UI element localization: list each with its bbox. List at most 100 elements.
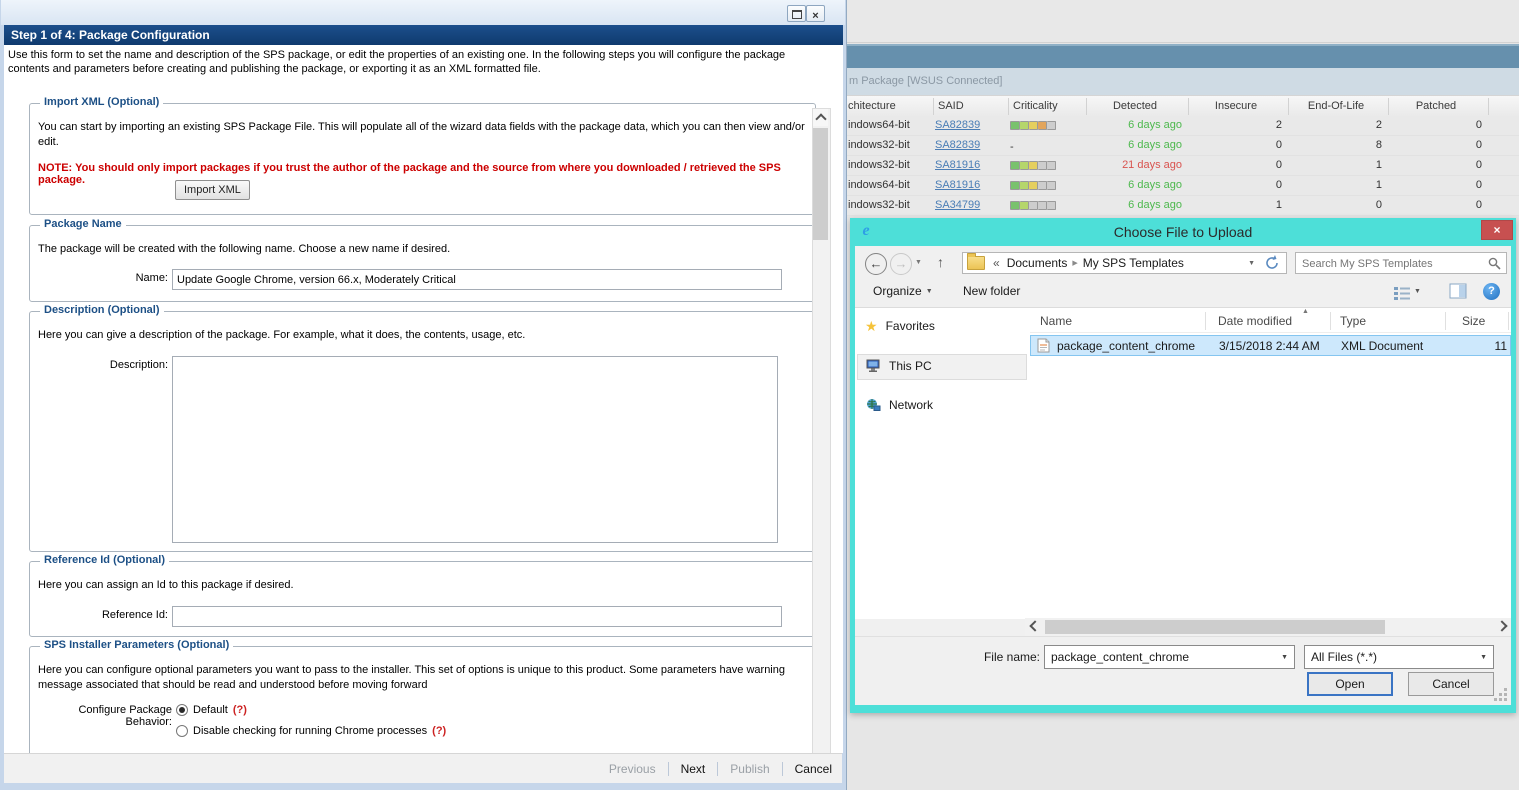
radio-unselected-icon[interactable] [176, 725, 188, 737]
publish-button[interactable]: Publish [730, 762, 769, 776]
scroll-up-button[interactable] [813, 109, 828, 126]
forward-button[interactable]: → [890, 253, 912, 275]
criticality-cell: - [1010, 141, 1088, 153]
file-name-value: package_content_chrome [1051, 650, 1189, 664]
col-date-modified[interactable]: Date modified [1218, 314, 1292, 328]
description-legend: Description (Optional) [40, 304, 164, 316]
organize-label: Organize [873, 284, 922, 298]
up-one-level-button[interactable]: ↑ [937, 254, 944, 270]
breadcrumb-overflow-chevron[interactable]: « [993, 256, 1000, 270]
breadcrumb-item-documents[interactable]: Documents [1003, 256, 1072, 270]
import-xml-button[interactable]: Import XML [175, 180, 250, 200]
sidebar-item-favorites[interactable]: ★ Favorites [865, 316, 935, 336]
package-name-input[interactable] [172, 269, 782, 290]
list-view-icon [1393, 285, 1411, 301]
col-size[interactable]: Size [1462, 314, 1485, 328]
installer-parameters-text: Here you can configure optional paramete… [38, 663, 808, 693]
search-input[interactable] [1300, 254, 1484, 274]
resize-grip[interactable] [1504, 698, 1507, 701]
search-box[interactable] [1295, 252, 1507, 274]
col-name[interactable]: Name [1040, 314, 1072, 328]
chevron-down-icon[interactable]: ▼ [1281, 654, 1288, 661]
said-link[interactable]: SA81916 [935, 159, 1005, 171]
back-button[interactable]: ← [865, 253, 887, 275]
preview-pane-icon [1449, 283, 1467, 299]
close-icon: × [812, 10, 818, 22]
sidebar-item-this-pc[interactable]: This PC [865, 356, 932, 376]
col-insecure[interactable]: Insecure [1190, 100, 1282, 112]
said-link[interactable]: SA81916 [935, 179, 1005, 191]
warning-help-link[interactable]: (?) [432, 725, 446, 737]
insecure-cell: 0 [1190, 139, 1282, 151]
col-end-of-life[interactable]: End-Of-Life [1290, 100, 1382, 112]
product-row[interactable]: indows32-bitSA347996 days ago100 [845, 196, 1519, 216]
scroll-right-button[interactable] [1494, 618, 1511, 636]
said-link[interactable]: SA34799 [935, 199, 1005, 211]
computer-icon [865, 359, 881, 373]
network-label: Network [889, 398, 933, 412]
open-button[interactable]: Open [1307, 672, 1393, 696]
col-patched[interactable]: Patched [1390, 100, 1482, 112]
header-separator [1445, 312, 1446, 330]
radio-selected-icon[interactable] [176, 704, 188, 716]
wizard-titlebar[interactable]: × [1, 0, 845, 25]
chevron-down-icon[interactable]: ▼ [1480, 654, 1487, 661]
table-header-row: chitecture SAID Criticality Detected Ins… [845, 95, 1519, 118]
horizontal-scrollbar[interactable] [1025, 618, 1511, 636]
previous-button[interactable]: Previous [609, 762, 656, 776]
next-button[interactable]: Next [681, 762, 706, 776]
sidebar-item-network[interactable]: Network [865, 395, 933, 415]
file-name-combobox[interactable]: package_content_chrome ▼ [1044, 645, 1295, 669]
window-close-button[interactable]: × [806, 5, 825, 22]
scroll-left-button[interactable] [1025, 618, 1042, 636]
warning-help-link[interactable]: (?) [233, 704, 247, 716]
network-icon [865, 398, 881, 412]
dialog-titlebar[interactable]: e Choose File to Upload × [850, 218, 1516, 246]
cancel-button[interactable]: Cancel [1408, 672, 1494, 696]
eol-cell: 1 [1290, 179, 1382, 191]
said-link[interactable]: SA82839 [935, 139, 1005, 151]
scrollbar-thumb[interactable] [1045, 620, 1385, 634]
col-type[interactable]: Type [1340, 314, 1366, 328]
col-criticality[interactable]: Criticality [1013, 100, 1058, 112]
refresh-button[interactable] [1261, 252, 1287, 274]
cancel-button[interactable]: Cancel [795, 762, 832, 776]
product-row[interactable]: indows64-bitSA828396 days ago220 [845, 116, 1519, 136]
col-said[interactable]: SAID [938, 100, 964, 112]
header-separator [1205, 312, 1206, 330]
col-architecture[interactable]: chitecture [848, 100, 896, 112]
view-options-button[interactable]: ▼ [1393, 284, 1421, 302]
preview-pane-button[interactable] [1449, 283, 1467, 299]
label-line-1: Configure Package [38, 704, 172, 716]
new-folder-button[interactable]: New folder [963, 284, 1020, 298]
file-date-modified: 3/15/2018 2:44 AM [1219, 339, 1320, 353]
criticality-meter [1010, 201, 1056, 209]
maximize-button[interactable] [787, 5, 806, 22]
dialog-close-button[interactable]: × [1481, 220, 1513, 240]
radio-option-default[interactable]: Default (?) [176, 704, 247, 716]
scrollbar-thumb[interactable] [813, 128, 828, 240]
col-detected[interactable]: Detected [1088, 100, 1182, 112]
file-type-combobox[interactable]: All Files (*.*) ▼ [1304, 645, 1494, 669]
address-dropdown-icon[interactable]: ▼ [1248, 260, 1255, 267]
breadcrumb-item-my-sps-templates[interactable]: My SPS Templates [1079, 256, 1188, 270]
organize-menu-button[interactable]: Organize ▼ [873, 284, 933, 298]
radio-option-disable-check[interactable]: Disable checking for running Chrome proc… [176, 725, 446, 737]
product-row[interactable]: indows32-bitSA82839-6 days ago080 [845, 136, 1519, 156]
reference-id-input[interactable] [172, 606, 782, 627]
product-row[interactable]: indows64-bitSA819166 days ago010 [845, 176, 1519, 196]
close-icon: × [1493, 223, 1500, 237]
history-dropdown-icon[interactable]: ▼ [915, 259, 922, 266]
product-row[interactable]: indows32-bitSA8191621 days ago010 [845, 156, 1519, 176]
wizard-scrollbar[interactable] [812, 108, 831, 753]
address-breadcrumb[interactable]: « Documents ▶ My SPS Templates ▼ [962, 252, 1262, 274]
detected-cell: 6 days ago [1088, 179, 1182, 191]
detected-cell: 6 days ago [1088, 139, 1182, 151]
file-row-selected[interactable]: package_content_chrome 3/15/2018 2:44 AM… [1030, 335, 1511, 356]
description-textarea[interactable] [172, 356, 778, 543]
said-link[interactable]: SA82839 [935, 119, 1005, 131]
chevron-down-icon: ▼ [926, 288, 933, 295]
import-xml-legend: Import XML (Optional) [40, 96, 163, 108]
help-button[interactable]: ? [1483, 283, 1500, 300]
configure-package-behavior-label: Configure Package Behavior: [38, 704, 172, 728]
